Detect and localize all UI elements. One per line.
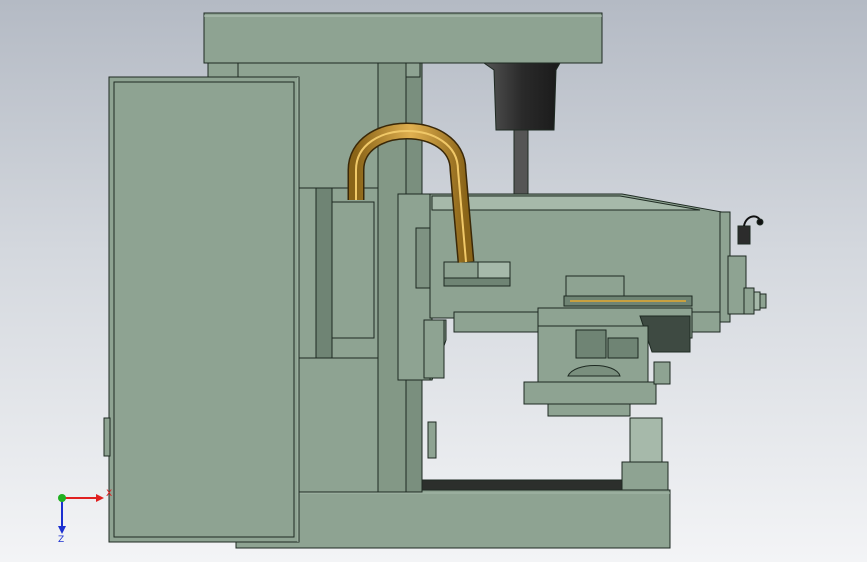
knee-bracket[interactable] [427, 417, 669, 491]
saddle[interactable] [523, 325, 671, 417]
left-door-panel[interactable] [108, 76, 300, 543]
base[interactable] [235, 489, 671, 549]
x-axis-arrowhead [96, 494, 104, 502]
z-axis-arrowhead [58, 526, 66, 534]
drawbar [513, 129, 529, 195]
y-axis-dot [58, 494, 66, 502]
handwheel[interactable] [743, 287, 767, 315]
crank-handle[interactable] [737, 215, 764, 245]
z-axis-label: Z [58, 535, 64, 542]
axis-triad: X Z [58, 489, 112, 542]
spindle-housing[interactable] [482, 62, 561, 131]
x-axis-label: X [106, 489, 112, 499]
model-viewport[interactable] [0, 0, 867, 562]
door-hinge-icon [103, 417, 111, 457]
